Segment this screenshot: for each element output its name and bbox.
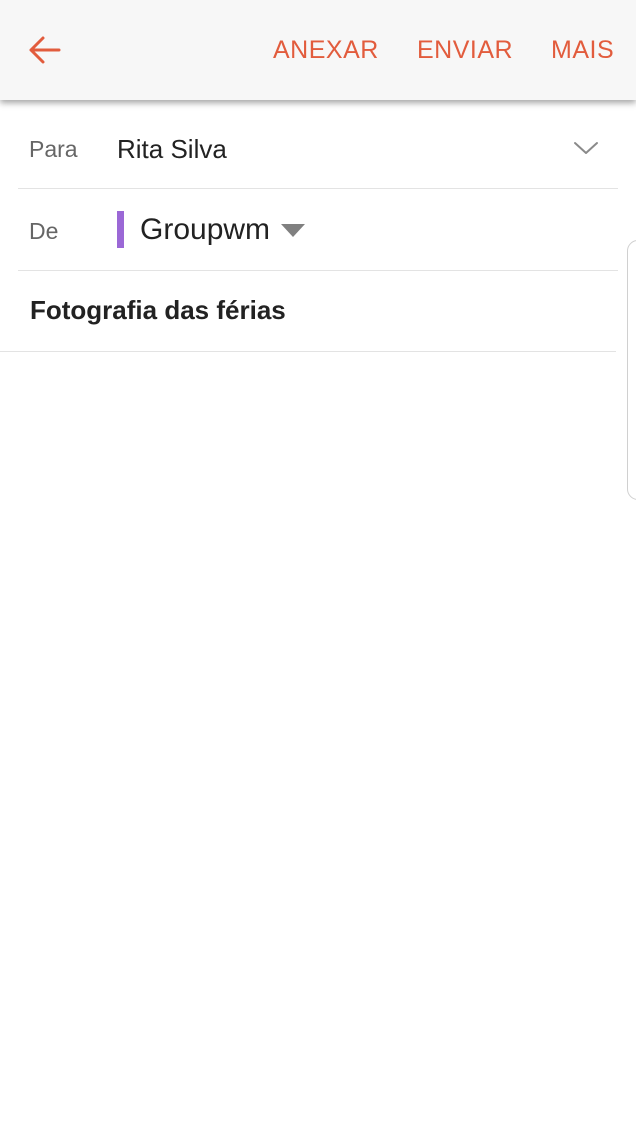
sender-account-value: Groupwm xyxy=(140,213,271,246)
attach-button[interactable]: ANEXAR xyxy=(273,32,379,68)
divider xyxy=(0,351,616,352)
recipient-field[interactable]: Rita Silva xyxy=(117,134,227,165)
subject-field[interactable]: Fotografia das férias xyxy=(30,295,286,326)
divider xyxy=(18,188,618,189)
app-bar: ANEXAR ENVIAR MAIS xyxy=(0,0,636,100)
expand-recipients-button[interactable] xyxy=(570,134,602,162)
back-button[interactable] xyxy=(22,28,66,72)
from-label: De xyxy=(29,218,59,244)
subject-row: Fotografia das férias xyxy=(0,271,636,352)
sender-row: De Groupwm xyxy=(0,190,636,271)
edge-panel-handle[interactable] xyxy=(627,240,636,500)
to-label: Para xyxy=(29,136,78,162)
arrow-left-icon xyxy=(29,36,61,64)
chevron-down-icon xyxy=(574,142,598,154)
compose-screen: ANEXAR ENVIAR MAIS Para Rita Silva De Gr… xyxy=(0,0,636,1130)
sender-account-dropdown[interactable]: Groupwm xyxy=(140,210,306,250)
account-color-indicator xyxy=(117,211,124,248)
more-button[interactable]: MAIS xyxy=(551,32,614,68)
send-button[interactable]: ENVIAR xyxy=(417,32,513,68)
recipient-row: Para Rita Silva xyxy=(0,108,636,189)
message-body-field[interactable] xyxy=(0,353,636,1130)
caret-down-icon xyxy=(281,223,306,237)
